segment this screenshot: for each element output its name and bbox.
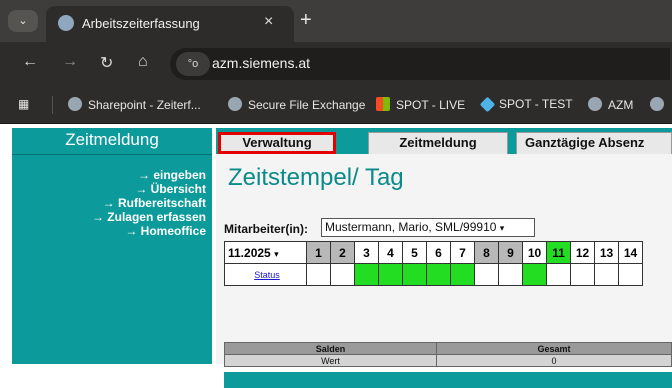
status-cell xyxy=(474,263,499,286)
sidebar-link-eingeben[interactable]: → eingeben xyxy=(138,168,206,182)
browser-tab[interactable]: Arbeitszeiterfassung × xyxy=(46,6,294,42)
page-title: Zeitstempel/ Tag xyxy=(228,164,404,191)
month-select-value: 11.2025 xyxy=(228,245,271,260)
wert-value: 0 xyxy=(436,354,672,367)
gesamt-header: Gesamt xyxy=(436,342,672,355)
wert-label: Wert xyxy=(224,354,437,367)
day-cell[interactable]: 9 xyxy=(498,241,523,264)
status-cell xyxy=(594,263,619,286)
globe-icon xyxy=(68,97,82,111)
tab-ganztaegige-absenz[interactable]: Ganztägige Absenz xyxy=(516,132,672,154)
salden-header: Salden xyxy=(224,342,437,355)
status-cell-filled xyxy=(402,263,427,286)
salden-table: Salden Gesamt Wert 0 xyxy=(224,342,672,367)
day-cell[interactable]: 5 xyxy=(402,241,427,264)
employee-select-value: Mustermann, Mario, SML/99910 xyxy=(325,220,497,234)
day-cell[interactable]: 6 xyxy=(426,241,451,264)
status-cell xyxy=(306,263,331,286)
status-cell-filled xyxy=(354,263,379,286)
day-cell[interactable]: 10 xyxy=(522,241,547,264)
browser-toolbar: ← → ↻ ⌂ °o azm.siemens.at xyxy=(0,42,672,86)
tab-zeitmeldung[interactable]: Zeitmeldung xyxy=(368,132,508,154)
bookmark-sharepoint[interactable]: Sharepoint - Zeiterf... xyxy=(68,97,201,112)
bookmark-separator xyxy=(52,96,53,114)
status-cell-filled xyxy=(522,263,547,286)
page-body: Zeitmeldung → eingeben → Übersicht → Ruf… xyxy=(0,124,672,388)
day-cell[interactable]: 12 xyxy=(570,241,595,264)
url-text[interactable]: azm.siemens.at xyxy=(212,55,310,71)
status-link[interactable]: Status xyxy=(224,263,307,286)
spot-logo-icon xyxy=(376,97,390,111)
month-select[interactable]: 11.2025 ▾ xyxy=(224,241,307,264)
status-cell-filled xyxy=(426,263,451,286)
status-cell xyxy=(618,263,643,286)
day-cell[interactable]: 8 xyxy=(474,241,499,264)
bottom-bar xyxy=(224,372,672,388)
browser-tabstrip: ⌄ Arbeitszeiterfassung × + xyxy=(0,0,672,42)
calendar-day-row: 11.2025 ▾ 1 2 3 4 5 6 7 8 9 10 11 12 13 … xyxy=(224,241,643,264)
favicon-icon xyxy=(58,15,74,31)
day-cell-today[interactable]: 11 xyxy=(546,241,571,264)
employee-select[interactable]: Mustermann, Mario, SML/99910 ▾ xyxy=(321,218,535,237)
employee-label: Mitarbeiter(in): xyxy=(224,222,308,236)
reload-icon[interactable]: ↻ xyxy=(100,53,113,73)
globe-icon xyxy=(228,97,242,111)
sidebar-title: Zeitmeldung xyxy=(65,130,159,149)
status-cell xyxy=(498,263,523,286)
bookmarks-bar: ▦ Sharepoint - Zeiterf... Secure File Ex… xyxy=(0,86,672,124)
chevron-down-icon: ▾ xyxy=(499,223,505,233)
site-info-icon[interactable]: °o xyxy=(176,52,210,76)
sidebar: Zeitmeldung → eingeben → Übersicht → Ruf… xyxy=(12,128,212,364)
calendar-status-row: Status xyxy=(224,263,643,286)
forward-icon[interactable]: → xyxy=(62,53,78,71)
status-cell-filled xyxy=(378,263,403,286)
day-cell[interactable]: 14 xyxy=(618,241,643,264)
calendar-table: 11.2025 ▾ 1 2 3 4 5 6 7 8 9 10 11 12 13 … xyxy=(224,241,643,286)
sidebar-link-zulagen[interactable]: → Zulagen erfassen xyxy=(92,210,206,224)
sidebar-link-homeoffice[interactable]: → Homeoffice xyxy=(125,224,206,238)
status-cell xyxy=(570,263,595,286)
globe-icon xyxy=(588,97,602,111)
status-cell xyxy=(546,263,571,286)
day-cell[interactable]: 13 xyxy=(594,241,619,264)
tab-verwaltung[interactable]: Verwaltung xyxy=(218,132,336,154)
main-content: Zeitstempel/ Tag Mitarbeiter(in): Muster… xyxy=(216,154,672,388)
new-tab-button[interactable]: + xyxy=(300,9,312,32)
status-cell-filled xyxy=(450,263,475,286)
bookmark-secure-file-exchange[interactable]: Secure File Exchange xyxy=(228,97,365,112)
day-cell[interactable]: 2 xyxy=(330,241,355,264)
address-bar[interactable]: °o azm.siemens.at xyxy=(170,48,670,80)
day-cell[interactable]: 1 xyxy=(306,241,331,264)
tab-search-button[interactable]: ⌄ xyxy=(8,10,38,32)
home-icon[interactable]: ⌂ xyxy=(138,53,148,71)
close-icon[interactable]: × xyxy=(264,13,273,31)
apps-grid-icon[interactable]: ▦ xyxy=(18,97,29,111)
chevron-down-icon: ▾ xyxy=(274,248,279,259)
page-tabs: Verwaltung Zeitmeldung Ganztägige Absenz xyxy=(216,128,672,154)
bookmark-spot-live[interactable]: SPOT - LIVE xyxy=(376,97,465,112)
overflow-bookmark-icon[interactable] xyxy=(650,97,670,112)
bookmark-spot-test[interactable]: SPOT - TEST xyxy=(479,96,573,113)
sidebar-link-rufbereitschaft[interactable]: → Rufbereitschaft xyxy=(103,196,206,210)
day-cell[interactable]: 3 xyxy=(354,241,379,264)
sidebar-divider xyxy=(12,154,212,155)
tab-title: Arbeitszeiterfassung xyxy=(82,16,200,31)
status-cell xyxy=(330,263,355,286)
back-icon[interactable]: ← xyxy=(22,53,38,71)
day-cell[interactable]: 7 xyxy=(450,241,475,264)
bookmark-azm[interactable]: AZM xyxy=(588,97,633,112)
day-cell[interactable]: 4 xyxy=(378,241,403,264)
sidebar-link-uebersicht[interactable]: → Übersicht xyxy=(135,182,206,196)
diamond-icon xyxy=(479,96,496,113)
